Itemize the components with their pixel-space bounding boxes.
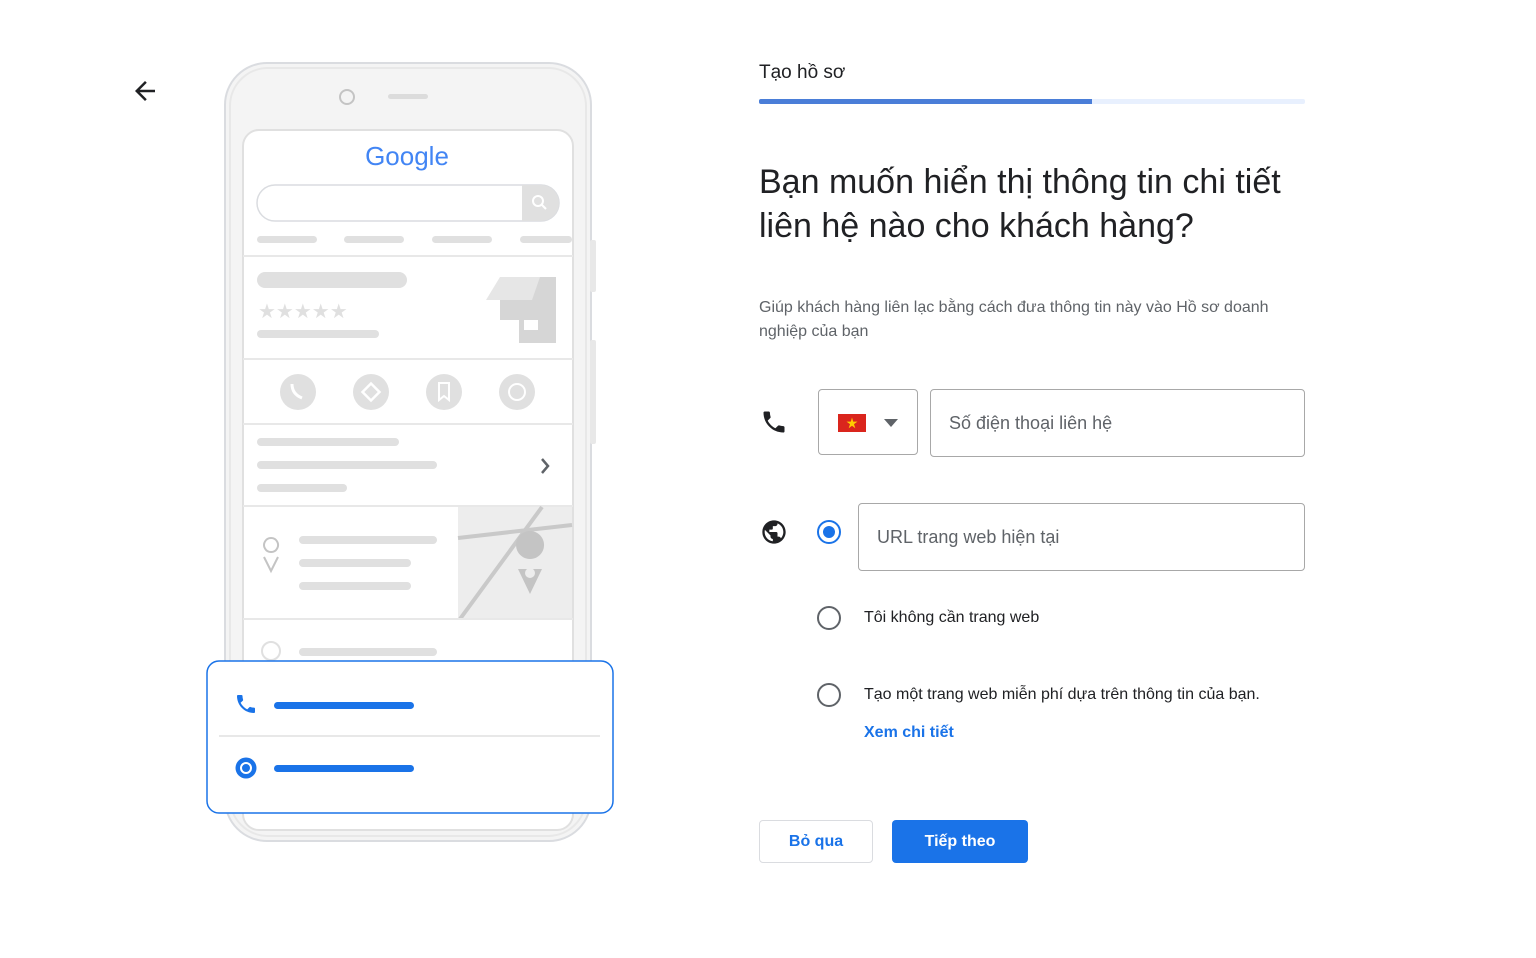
page-heading: Bạn muốn hiển thị thông tin chi tiết liê… [759,163,1281,245]
country-code-select[interactable] [818,389,918,455]
page-subtext: Giúp khách hàng liên lạc bằng cách đưa t… [759,299,1269,340]
step-title: Tạo hồ sơ [759,62,846,83]
back-arrow-icon[interactable] [130,76,160,106]
radio-free-website[interactable] [817,683,841,707]
progress-fill [759,99,1093,104]
progress-bar [759,99,1305,104]
globe-icon [760,518,788,546]
free-website-label[interactable]: Tạo một trang web miễn phí dựa trên thôn… [864,686,1260,704]
google-logo: Google [365,141,449,171]
website-url-input[interactable] [858,503,1305,571]
chevron-down-icon [884,419,898,427]
skip-button[interactable]: Bỏ qua [759,820,873,863]
contact-preview-card [206,660,614,814]
radio-no-website[interactable] [817,606,841,630]
svg-text:★★★★★: ★★★★★ [258,299,348,323]
next-button[interactable]: Tiếp theo [892,820,1028,863]
no-website-label[interactable]: Tôi không cần trang web [864,609,1039,627]
phone-icon [760,408,788,436]
phone-number-input[interactable] [930,389,1305,457]
radio-website-url[interactable] [817,520,841,544]
learn-more-link[interactable]: Xem chi tiết [864,724,954,742]
vietnam-flag-icon [838,414,866,432]
